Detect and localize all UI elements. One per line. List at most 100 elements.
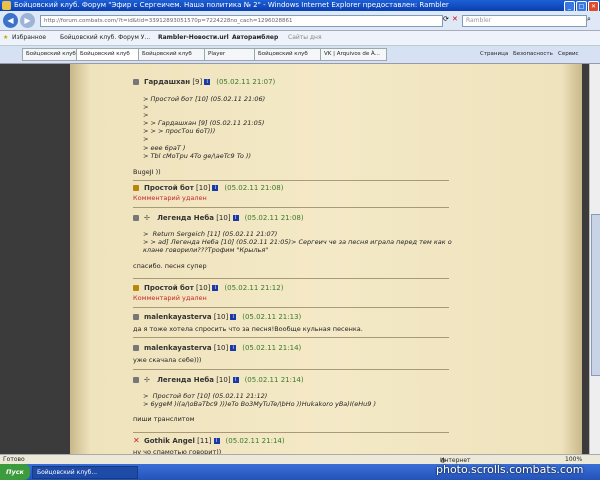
forum-post: Гардашхан [9] i (05.02.11 21:07) > Простой…: [133, 78, 449, 176]
post-author[interactable]: Гардашхан: [144, 78, 190, 86]
tab-fc-1[interactable]: Бойцовский клуб: [22, 48, 77, 61]
forum-post: ✢ Легенда Неба [10] i (05.02.11 21:14) > П…: [133, 376, 449, 423]
crossed-swords-icon: ✕: [133, 436, 140, 445]
tab-bar: Бойцовский клуб Бойцовский клуб Бойцовск…: [0, 46, 600, 64]
search-go-icon[interactable]: ⌕: [587, 15, 591, 24]
start-button[interactable]: Пуск: [0, 464, 30, 480]
info-icon[interactable]: i: [232, 215, 239, 221]
forum-post: ✢ Легенда Неба [10] i (05.02.11 21:08) > R…: [133, 214, 452, 271]
forward-icon[interactable]: ▶: [20, 13, 35, 28]
menu-page[interactable]: Страница: [480, 51, 508, 57]
post-text: пиши транслитом: [133, 415, 195, 424]
post-level: [10]: [196, 184, 211, 192]
user-avatar-icon: [133, 314, 139, 320]
post-divider: [133, 307, 449, 308]
post-date: (05.02.11 21:12): [224, 284, 284, 292]
menu-tools[interactable]: Сервис: [558, 51, 579, 57]
post-date: (05.02.11 21:14): [225, 437, 285, 445]
post-level: [10]: [216, 214, 231, 222]
info-icon[interactable]: i: [204, 79, 211, 85]
info-icon[interactable]: i: [230, 345, 237, 351]
post-date: (05.02.11 21:14): [242, 344, 302, 352]
info-icon[interactable]: i: [212, 285, 219, 291]
post-divider: [133, 207, 449, 208]
post-text: да я тоже хотела спросить что за песня!В…: [133, 325, 363, 333]
post-level: [10]: [216, 376, 231, 384]
post-level: [10]: [196, 284, 211, 292]
post-date: (05.02.11 21:13): [242, 313, 302, 321]
user-avatar-icon: [133, 345, 139, 351]
watermark: photo.scrolls.combats.com: [436, 463, 584, 476]
scrollbar-thumb[interactable]: [591, 214, 600, 376]
forum-post: malenkayasterva [10] i (05.02.11 21:13) да…: [133, 313, 449, 333]
comment-deleted: Комментарий удален: [133, 294, 207, 302]
refresh-icon[interactable]: ⟳: [443, 15, 449, 23]
bot-avatar-icon: [133, 285, 139, 291]
ie-app-icon: [2, 1, 11, 10]
post-date: (05.02.11 21:14): [244, 376, 304, 384]
info-icon[interactable]: i: [213, 438, 220, 444]
bot-avatar-icon: [133, 185, 139, 191]
user-avatar-icon: [133, 79, 139, 85]
info-icon[interactable]: i: [232, 377, 239, 383]
fav-item-sites-of-day[interactable]: Сайты дня: [288, 34, 322, 41]
back-icon[interactable]: ◀: [3, 13, 18, 28]
comment-deleted: Комментарий удален: [133, 194, 207, 202]
tab-fc-4[interactable]: Бойцовский клуб: [254, 48, 321, 61]
search-input[interactable]: Rambler: [462, 15, 587, 27]
user-avatar-icon: [133, 215, 139, 221]
post-divider: [133, 180, 449, 181]
post-quote: > Return Sergeich [11] (05.02.11 21:07) …: [143, 230, 452, 255]
post-quote: > Простой бот [10] (05.02.11 21:06) > > …: [143, 95, 266, 160]
post-quote: > Простой бот [10] (05.02.11 21:12) > 6y…: [143, 392, 377, 409]
favorites-star-icon[interactable]: ★: [3, 34, 8, 41]
fav-item-rambler-news[interactable]: Rambler-Новости.url: [158, 34, 229, 41]
post-divider: [133, 432, 449, 433]
window-title: Бойцовский клуб. Форум "Эфир с Сергеичем…: [14, 1, 449, 9]
post-divider: [133, 369, 449, 370]
post-date: (05.02.11 21:08): [244, 214, 304, 222]
post-author[interactable]: malenkayasterva: [144, 344, 212, 352]
url-input[interactable]: http://forum.combats.com/?t=id&tid=33912…: [40, 15, 443, 27]
post-date: (05.02.11 21:08): [224, 184, 284, 192]
stop-icon[interactable]: ✕: [452, 15, 458, 23]
tab-fc-2[interactable]: Бойцовский клуб: [76, 48, 139, 61]
info-icon[interactable]: i: [212, 185, 219, 191]
info-icon[interactable]: i: [230, 314, 237, 320]
forum-post: malenkayasterva [10] i (05.02.11 21:14) уж…: [133, 344, 449, 364]
post-author[interactable]: Легенда Неба: [157, 376, 214, 384]
sword-icon: ✢: [144, 376, 150, 384]
post-divider: [133, 278, 449, 279]
taskbar-item-fc[interactable]: Бойцовский клуб...: [32, 466, 138, 479]
post-text: спасибо. песня супер: [133, 262, 207, 271]
user-avatar-icon: [133, 377, 139, 383]
post-author[interactable]: Легенда Неба: [157, 214, 214, 222]
vertical-scrollbar[interactable]: [589, 64, 600, 454]
post-level: [11]: [197, 437, 212, 445]
menu-security[interactable]: Безопасность: [513, 51, 553, 57]
sword-icon: ✢: [144, 214, 150, 222]
tab-fc-3[interactable]: Бойцовский клуб: [138, 48, 205, 61]
address-bar: ◀ ▶ http://forum.combats.com/?t=id&tid=3…: [0, 11, 600, 31]
post-author[interactable]: malenkayasterva: [144, 313, 212, 321]
favorites-label[interactable]: Избранное: [12, 34, 46, 41]
fav-item-fc-forum[interactable]: Бойцовский клуб. Форум У...: [60, 34, 150, 41]
zoom-level[interactable]: 100%: [565, 456, 582, 463]
post-author[interactable]: Gothik Angel: [144, 437, 195, 445]
post-divider: [133, 337, 449, 338]
forum-post: Простой бот [10] i (05.02.11 21:08) Коммен…: [133, 184, 449, 202]
post-level: [9]: [192, 78, 203, 86]
window-title-bar: Бойцовский клуб. Форум "Эфир с Сергеичем…: [0, 0, 600, 12]
favorites-bar: ★ Избранное Бойцовский клуб. Форум У... …: [0, 31, 600, 46]
tab-vk[interactable]: VK | Arquivos de À...: [320, 48, 387, 61]
tab-player[interactable]: Player: [204, 48, 255, 61]
post-level: [10]: [213, 313, 229, 321]
post-text: уже скачала себе))): [133, 356, 202, 364]
forum-post: Простой бот [10] i (05.02.11 21:12) Коммен…: [133, 284, 449, 302]
post-date: (05.02.11 21:07): [216, 78, 276, 86]
post-level: [10]: [213, 344, 229, 352]
post-author[interactable]: Простой бот: [144, 284, 194, 292]
fav-item-autorambler[interactable]: Авторамблер: [232, 34, 278, 41]
post-author[interactable]: Простой бот: [144, 184, 194, 192]
post-text: BugeJI )): [133, 167, 161, 176]
